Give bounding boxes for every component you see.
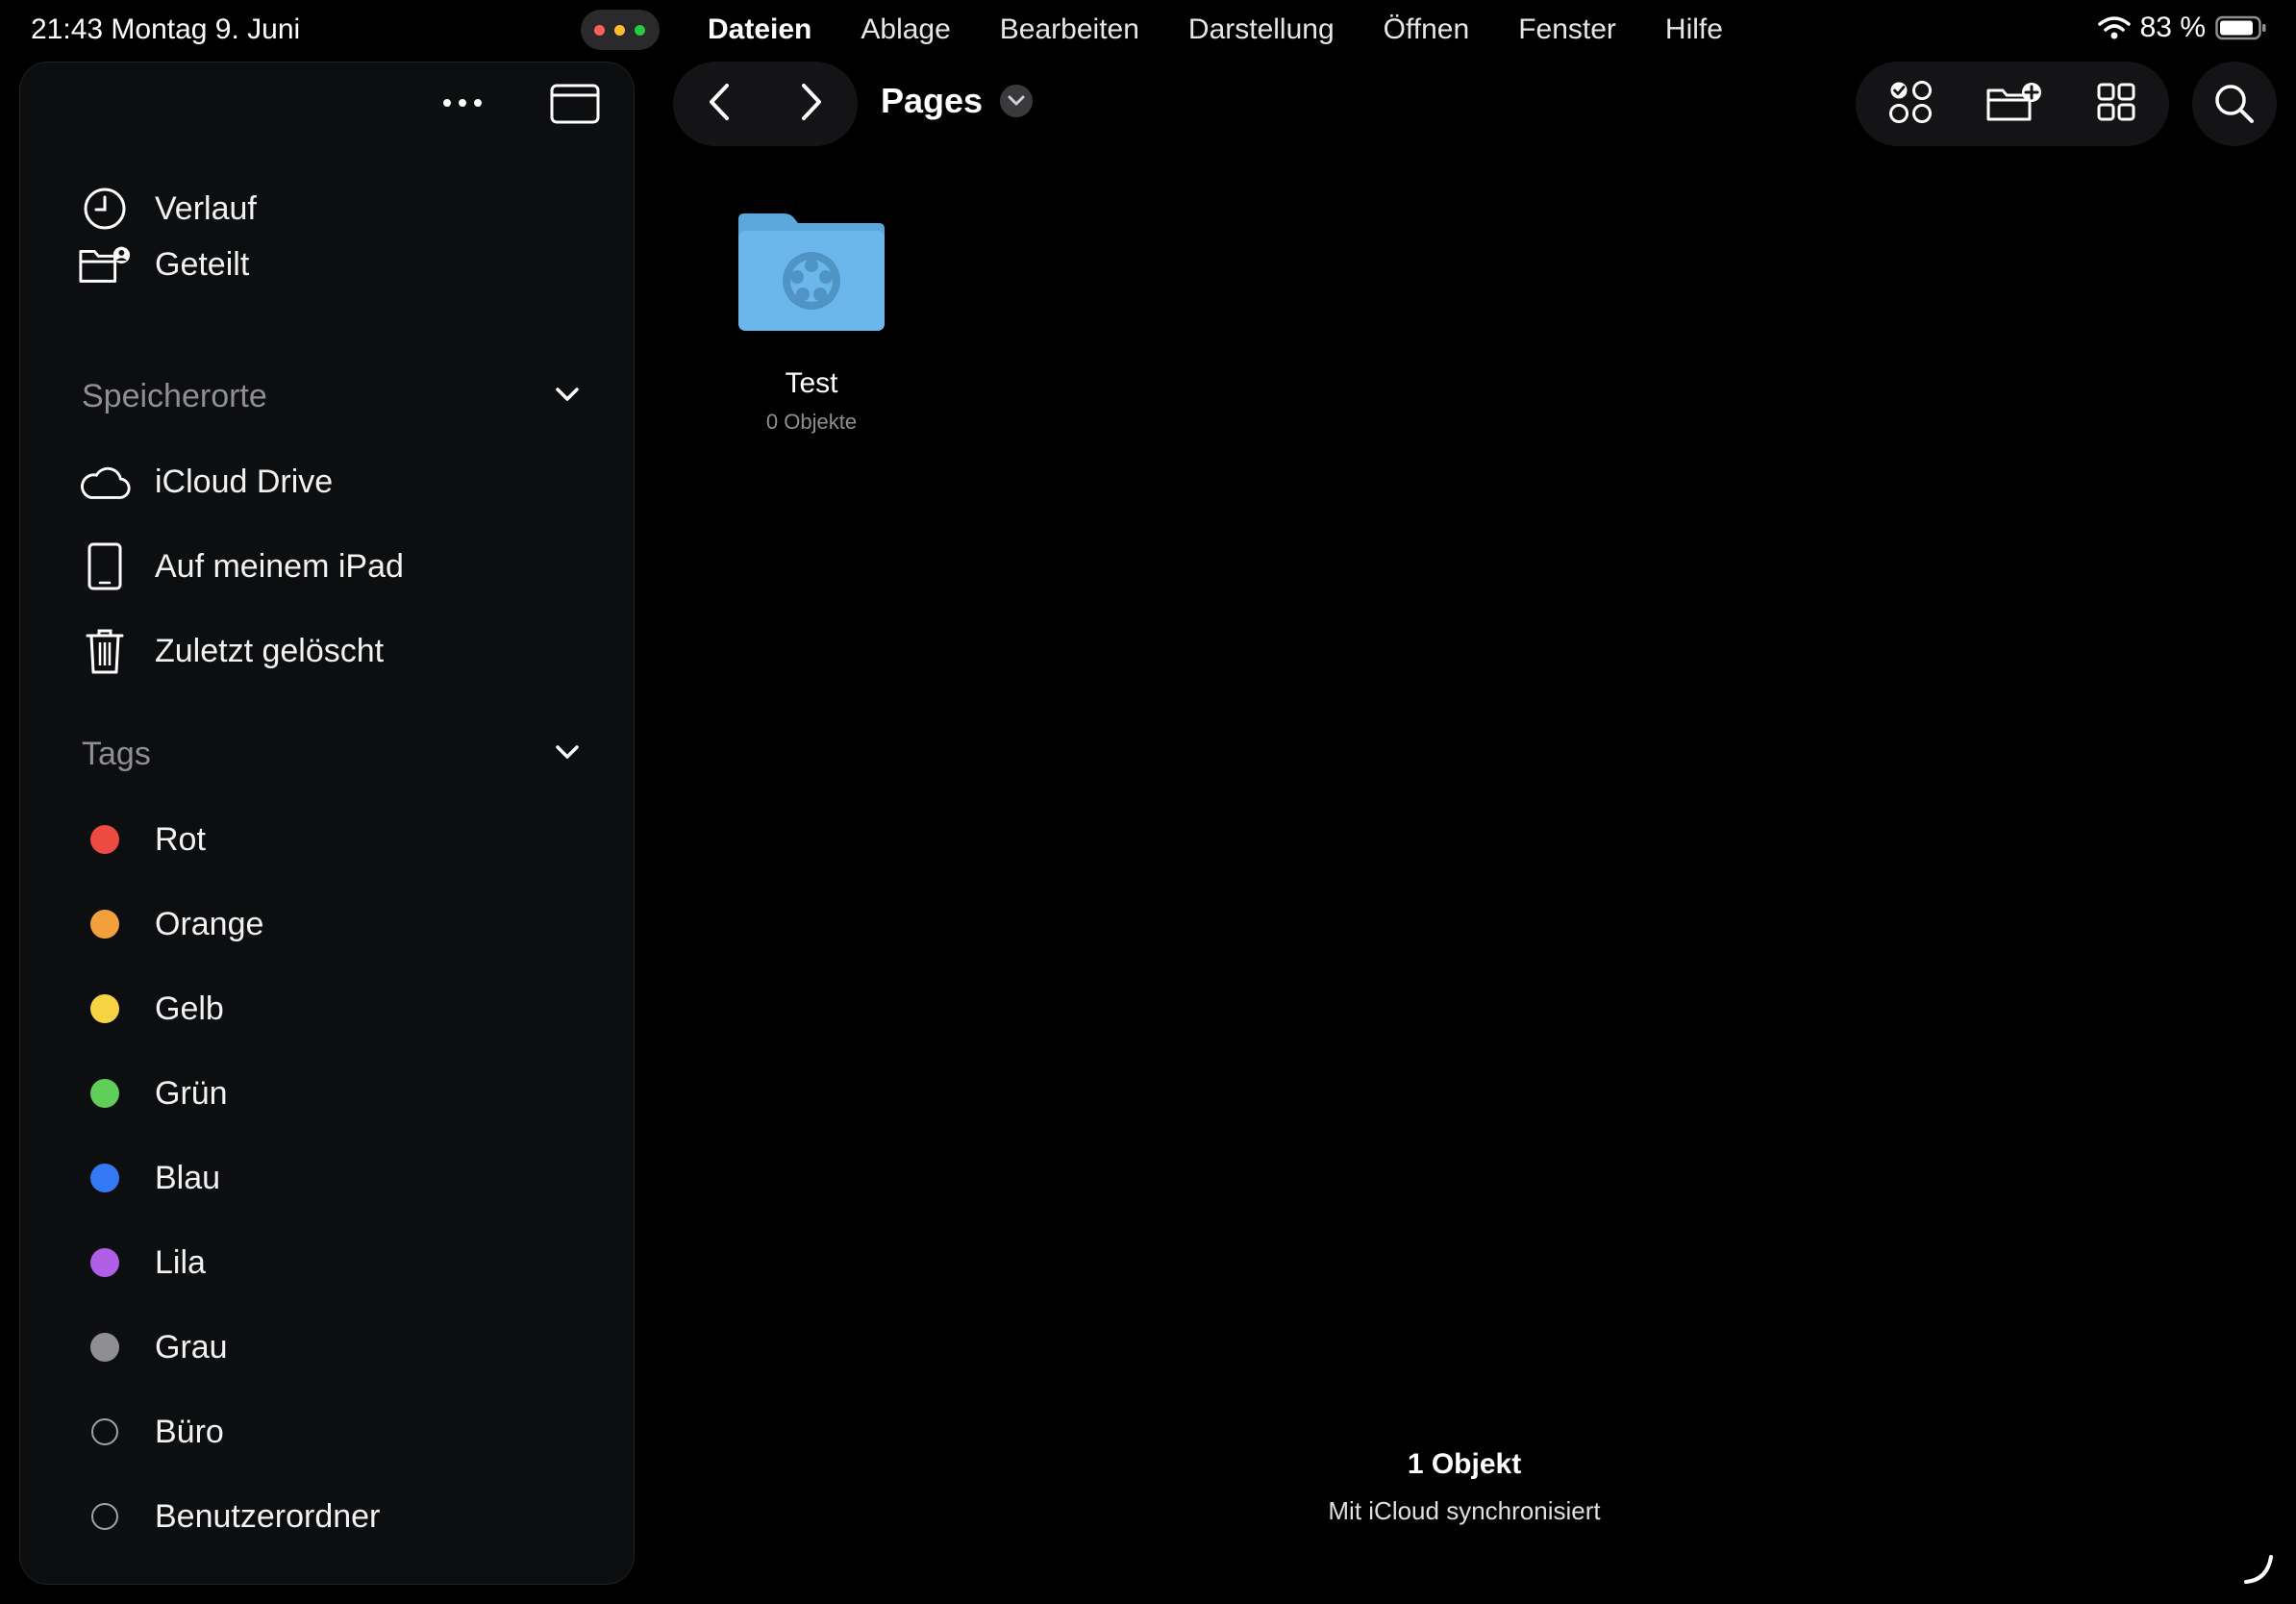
new-folder-icon xyxy=(1986,82,2041,120)
sidebar-item-verlauf[interactable]: Verlauf xyxy=(20,180,634,238)
sidebar-item-geteilt[interactable]: Geteilt xyxy=(20,236,634,293)
toolbar-actions xyxy=(1856,62,2169,146)
wifi-icon xyxy=(2097,16,2131,39)
tag-label: Lila xyxy=(155,1243,206,1281)
pages-folder-icon xyxy=(738,213,885,331)
section-header-tags: Tags xyxy=(82,736,151,772)
window-resize-handle[interactable] xyxy=(2242,1553,2275,1591)
yellow-tag-dot-icon xyxy=(90,994,119,1023)
folder-name: Test xyxy=(785,367,838,399)
battery-icon xyxy=(2215,15,2266,40)
more-options-button[interactable] xyxy=(434,84,491,122)
menu-ablage[interactable]: Ablage xyxy=(861,13,950,46)
red-tag-dot-icon xyxy=(90,825,119,854)
menu-fenster[interactable]: Fenster xyxy=(1518,13,1616,46)
menu-bearbeiten[interactable]: Bearbeiten xyxy=(1000,13,1139,46)
tag-item-benutzerordner[interactable]: Benutzerordner xyxy=(20,1488,634,1545)
status-indicators: 83 % xyxy=(2097,12,2267,44)
tag-label: Grau xyxy=(155,1328,228,1366)
folder-item-count: 0 Objekte xyxy=(765,410,858,434)
close-dot-icon xyxy=(594,25,605,36)
trash-icon xyxy=(78,624,132,678)
minimize-dot-icon xyxy=(614,25,625,36)
new-folder-button[interactable] xyxy=(1985,81,2043,128)
chevron-down-icon xyxy=(556,388,579,401)
menu-bar: Dateien Ablage Bearbeiten Darstellung Öf… xyxy=(708,13,1723,46)
view-options-button[interactable] xyxy=(2096,82,2136,127)
sidebar-item-label: iCloud Drive xyxy=(155,463,334,500)
battery-percent: 83 % xyxy=(2139,12,2206,43)
sidebar-item-zuletzt-geloescht[interactable]: Zuletzt gelöscht xyxy=(20,622,634,680)
menu-darstellung[interactable]: Darstellung xyxy=(1188,13,1335,46)
gray-tag-dot-icon xyxy=(90,1333,119,1362)
tag-label: Blau xyxy=(155,1159,221,1196)
tag-item-orange[interactable]: Orange xyxy=(20,895,634,953)
sidebar-item-auf-meinem-ipad[interactable]: Auf meinem iPad xyxy=(20,538,634,595)
sidebar-item-label: Zuletzt gelöscht xyxy=(155,632,385,669)
folder-item-test[interactable] xyxy=(735,210,888,335)
tag-item-buero[interactable]: Büro xyxy=(20,1403,634,1461)
sync-status: Mit iCloud synchronisiert xyxy=(1328,1496,1601,1525)
window-controls-button[interactable] xyxy=(581,10,660,50)
chevron-right-icon xyxy=(802,83,821,120)
ellipsis-icon xyxy=(443,99,482,107)
zoom-dot-icon xyxy=(635,25,645,36)
menu-oeffnen[interactable]: Öffnen xyxy=(1384,13,1470,46)
location-title-menu[interactable]: Pages xyxy=(881,81,1034,121)
menu-hilfe[interactable]: Hilfe xyxy=(1665,13,1723,46)
tag-label: Grün xyxy=(155,1074,228,1112)
sidebar: Verlauf Geteilt Speicherorte iCloud Driv… xyxy=(19,62,635,1585)
page-title: Pages xyxy=(881,81,984,120)
select-button[interactable] xyxy=(1888,80,1933,129)
chevron-left-icon xyxy=(710,83,729,120)
tag-label: Gelb xyxy=(155,990,224,1027)
blue-tag-dot-icon xyxy=(90,1164,119,1192)
tag-item-rot[interactable]: Rot xyxy=(20,811,634,868)
tag-label: Büro xyxy=(155,1413,224,1450)
forward-button[interactable] xyxy=(800,83,823,126)
orange-tag-dot-icon xyxy=(90,910,119,939)
sidebar-item-label: Auf meinem iPad xyxy=(155,547,404,585)
search-button[interactable] xyxy=(2192,62,2277,146)
status-time-date: 21:43 Montag 9. Juni xyxy=(31,13,301,45)
toggle-sidebar-button[interactable] xyxy=(547,82,603,126)
back-button[interactable] xyxy=(708,83,731,126)
section-header-speicherorte: Speicherorte xyxy=(82,378,267,414)
tag-item-gelb[interactable]: Gelb xyxy=(20,980,634,1038)
resize-corner-icon xyxy=(2244,1555,2273,1584)
collapse-tags-button[interactable] xyxy=(555,743,580,765)
navigation-group xyxy=(673,62,858,146)
tag-item-gruen[interactable]: Grün xyxy=(20,1065,634,1122)
tag-label: Rot xyxy=(155,820,206,858)
grid-icon xyxy=(2097,83,2135,120)
chevron-down-icon xyxy=(1000,85,1034,117)
menu-dateien[interactable]: Dateien xyxy=(708,13,811,46)
tag-item-grau[interactable]: Grau xyxy=(20,1318,634,1376)
purple-tag-dot-icon xyxy=(90,1248,119,1277)
tag-item-blau[interactable]: Blau xyxy=(20,1149,634,1207)
select-circles-icon xyxy=(1888,80,1932,123)
sidebar-item-label: Verlauf xyxy=(155,189,257,227)
tag-label: Benutzerordner xyxy=(155,1497,381,1535)
chevron-down-icon xyxy=(556,745,579,759)
cloud-icon xyxy=(78,455,132,509)
shared-folder-icon xyxy=(78,238,132,291)
empty-tag-circle-icon xyxy=(91,1418,118,1445)
item-count: 1 Objekt xyxy=(1407,1448,1522,1480)
empty-tag-circle-icon xyxy=(91,1503,118,1530)
sidebar-icon xyxy=(550,84,600,124)
sidebar-item-label: Geteilt xyxy=(155,245,250,283)
collapse-speicherorte-button[interactable] xyxy=(555,386,580,408)
green-tag-dot-icon xyxy=(90,1079,119,1108)
clock-icon xyxy=(78,182,132,236)
ipad-icon xyxy=(78,539,132,593)
search-icon xyxy=(2215,85,2254,123)
tag-label: Orange xyxy=(155,905,264,942)
sidebar-item-icloud-drive[interactable]: iCloud Drive xyxy=(20,453,634,511)
tag-item-lila[interactable]: Lila xyxy=(20,1234,634,1291)
